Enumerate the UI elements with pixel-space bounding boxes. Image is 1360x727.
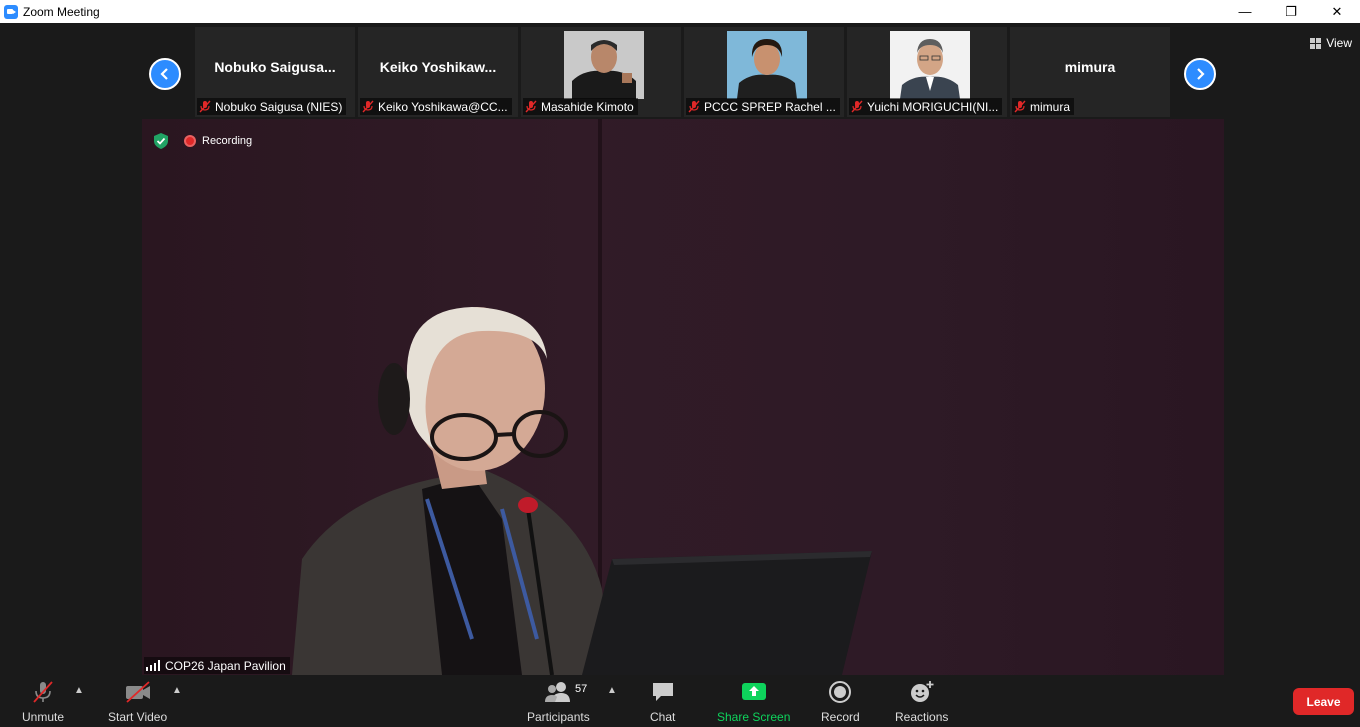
window-titlebar: Zoom Meeting — ❐ ✕ <box>0 0 1360 23</box>
audio-options-caret[interactable]: ▲ <box>74 685 84 696</box>
mic-off-icon <box>33 681 53 703</box>
reactions-label: Reactions <box>895 710 949 724</box>
window-title: Zoom Meeting <box>23 4 100 19</box>
start-video-label: Start Video <box>108 710 168 724</box>
view-button[interactable]: View <box>1310 34 1352 52</box>
record-label: Record <box>821 710 860 724</box>
reactions-icon <box>910 681 934 702</box>
participants-label: Participants <box>527 710 590 724</box>
participant-thumb[interactable]: Nobuko Saigusa... Nobuko Saigusa (NIES) <box>195 27 355 117</box>
chevron-right-icon <box>1197 68 1205 80</box>
mic-muted-icon <box>199 100 211 113</box>
restore-button[interactable]: ❐ <box>1268 0 1314 23</box>
participant-name-label: Nobuko Saigusa (NIES) <box>197 98 347 115</box>
chevron-left-icon <box>160 68 168 80</box>
speaker-video-frame <box>292 119 872 675</box>
meeting-toolbar: Unmute ▲ Start Video ▲ Participants 57 ▲… <box>0 675 1360 727</box>
participant-display-name: Nobuko Saigusa... <box>214 59 336 75</box>
window-controls: — ❐ ✕ <box>1222 0 1360 23</box>
participant-name-label: Yuichi MORIGUCHI(NI... <box>849 98 1003 115</box>
speaker-name: COP26 Japan Pavilion <box>165 658 286 673</box>
record-icon <box>829 681 852 703</box>
share-screen-icon <box>741 683 766 700</box>
participant-thumb[interactable]: Yuichi MORIGUCHI(NI... <box>847 27 1007 117</box>
start-video-button[interactable]: Start Video <box>108 679 167 724</box>
mic-muted-icon <box>525 100 537 113</box>
recording-indicator[interactable]: Recording <box>180 132 256 150</box>
participant-name-label: mimura <box>1012 98 1075 115</box>
participants-icon <box>545 682 571 702</box>
video-options-caret[interactable]: ▲ <box>172 685 182 696</box>
share-screen-button[interactable]: Share Screen <box>717 679 790 724</box>
participant-thumb[interactable]: Masahide Kimoto <box>521 27 681 117</box>
meeting-area: View Nobuko Saigusa... Nobuko Saigusa (N… <box>0 23 1360 727</box>
participant-label-text: Keiko Yoshikawa@CC... <box>378 99 508 114</box>
chat-button[interactable]: Chat <box>650 679 675 724</box>
participant-photo <box>890 31 970 99</box>
reactions-button[interactable]: Reactions <box>895 679 948 724</box>
participant-label-text: Nobuko Saigusa (NIES) <box>215 99 343 114</box>
view-button-label: View <box>1326 36 1352 50</box>
chat-label: Chat <box>650 710 676 724</box>
zoom-app-icon <box>4 4 18 19</box>
recording-label: Recording <box>202 135 253 147</box>
shield-icon[interactable] <box>154 133 168 149</box>
chat-icon <box>652 683 673 701</box>
mic-muted-icon <box>688 100 700 113</box>
next-page-button[interactable] <box>1184 58 1216 90</box>
record-button[interactable]: Record <box>821 679 860 724</box>
participant-label-text: Yuichi MORIGUCHI(NI... <box>867 99 999 114</box>
signal-strength-icon <box>146 660 160 671</box>
mic-muted-icon <box>362 100 374 113</box>
participant-name-label: PCCC SPREP Rachel ... <box>686 98 840 115</box>
leave-button[interactable]: Leave <box>1293 688 1354 715</box>
video-off-icon <box>125 681 150 703</box>
participant-display-name: Keiko Yoshikaw... <box>379 59 497 75</box>
participant-name-label: Keiko Yoshikawa@CC... <box>360 98 512 115</box>
active-speaker-video: Recording COP26 Japan Pavilion <box>142 119 1224 675</box>
recording-dot-icon <box>184 135 196 147</box>
participant-label-text: Masahide Kimoto <box>541 99 634 114</box>
minimize-button[interactable]: — <box>1222 0 1268 23</box>
participant-thumb[interactable]: PCCC SPREP Rachel ... <box>684 27 844 117</box>
participant-photo <box>564 31 644 99</box>
grid-icon <box>1310 37 1322 49</box>
participant-label-text: PCCC SPREP Rachel ... <box>704 99 836 114</box>
meeting-status-row: Recording <box>154 132 256 150</box>
mic-muted-icon <box>1014 100 1026 113</box>
close-button[interactable]: ✕ <box>1314 0 1360 23</box>
unmute-button[interactable]: Unmute <box>22 679 64 724</box>
prev-page-button[interactable] <box>149 58 181 90</box>
unmute-label: Unmute <box>22 710 65 724</box>
participant-photo <box>727 31 807 99</box>
thumbnail-strip: Nobuko Saigusa... Nobuko Saigusa (NIES) … <box>148 27 1218 117</box>
participant-thumb[interactable]: Keiko Yoshikaw... Keiko Yoshikawa@CC... <box>358 27 518 117</box>
share-screen-label: Share Screen <box>717 710 791 724</box>
participant-thumb[interactable]: mimura mimura <box>1010 27 1170 117</box>
mic-muted-icon <box>851 100 863 113</box>
participants-options-caret[interactable]: ▲ <box>607 685 617 696</box>
participant-label-text: mimura <box>1030 99 1071 114</box>
participant-name-label: Masahide Kimoto <box>523 98 638 115</box>
participant-display-name: mimura <box>1064 59 1116 75</box>
speaker-name-label: COP26 Japan Pavilion <box>144 657 290 674</box>
participants-count: 57 <box>575 683 588 695</box>
